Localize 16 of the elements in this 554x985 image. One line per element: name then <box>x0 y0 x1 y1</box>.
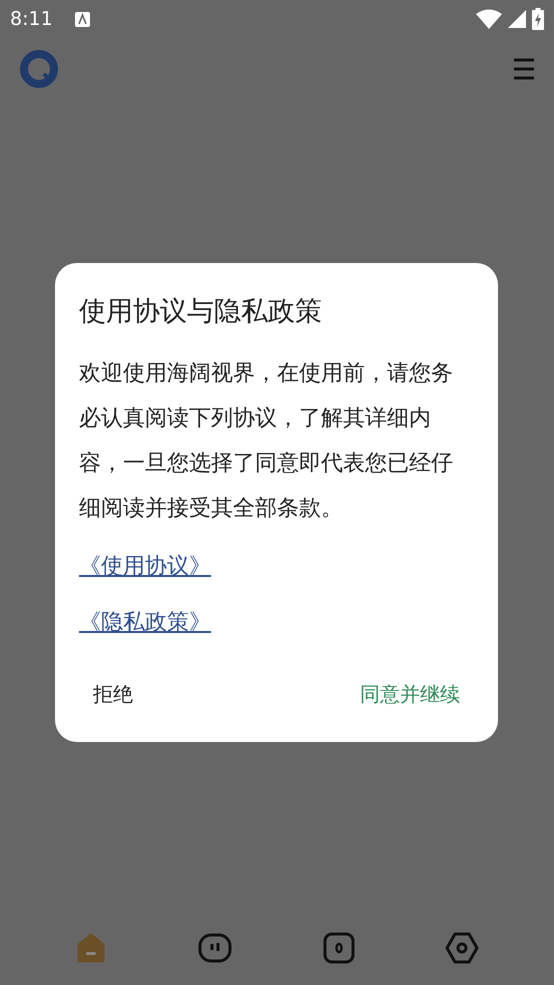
signal-icon <box>508 10 526 28</box>
dialog-message: 欢迎使用海阔视界，在使用前，请您务必认真阅读下列协议，了解其详细内容，一旦您选择了同意即代表您已经仔细阅读并接受其全部条款。 <box>79 360 454 523</box>
wifi-icon <box>476 9 502 29</box>
dialog-title: 使用协议与隐私政策 <box>79 295 323 329</box>
agree-button[interactable]: 同意并继续 <box>346 675 474 714</box>
notification-icon <box>74 12 90 26</box>
hexagon-settings-icon[interactable] <box>445 931 480 965</box>
battery-icon <box>532 8 544 30</box>
menu-icon[interactable] <box>514 57 534 81</box>
logo-icon <box>20 50 58 88</box>
agreement-link[interactable]: 《隐私政策》 <box>79 607 211 637</box>
agreement-link[interactable]: 《使用协议》 <box>79 551 211 581</box>
status-time: 8:11 <box>10 8 53 30</box>
counter-icon[interactable] <box>322 931 356 965</box>
face-icon[interactable] <box>198 931 232 965</box>
decline-button[interactable]: 拒绝 <box>79 675 147 714</box>
